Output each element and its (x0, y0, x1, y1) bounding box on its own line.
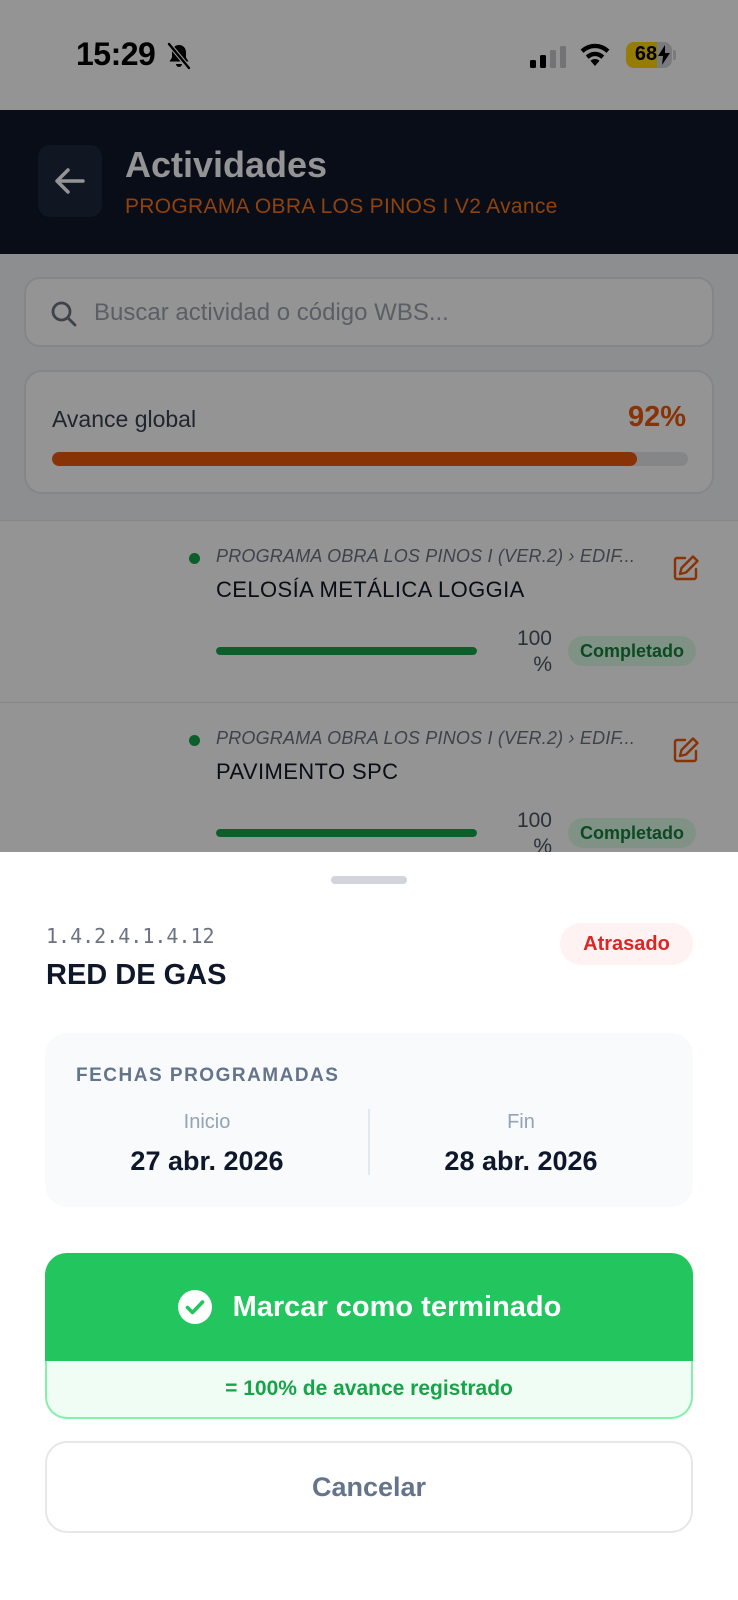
mark-finished-label: Marcar como terminado (232, 1290, 562, 1323)
start-date-value: 27 abr. 2026 (130, 1146, 284, 1176)
scheduled-dates-card: FECHAS PROGRAMADAS Inicio 27 abr. 2026 F… (45, 1033, 693, 1207)
end-date-label: Fin (507, 1111, 535, 1133)
cancel-button[interactable]: Cancelar (45, 1441, 693, 1533)
activity-title: RED DE GAS (46, 959, 227, 991)
mark-finished-button[interactable]: Marcar como terminado (45, 1253, 693, 1361)
start-date-label: Inicio (183, 1111, 231, 1133)
late-status-badge: Atrasado (560, 923, 693, 965)
start-date: Inicio 27 abr. 2026 (57, 1111, 357, 1177)
dates-heading: FECHAS PROGRAMADAS (76, 1065, 340, 1086)
finish-note: = 100% de avance registrado (45, 1361, 693, 1419)
end-date: Fin 28 abr. 2026 (371, 1111, 671, 1177)
dates-divider (368, 1109, 370, 1175)
activity-bottom-sheet: 1.4.2.4.1.4.12 RED DE GAS Atrasado FECHA… (0, 852, 738, 1600)
check-circle-icon (177, 1290, 212, 1324)
activities-screen: 15:29 68 Actividades PROGRAMA OBRA LOS P… (0, 0, 738, 852)
modal-backdrop[interactable] (0, 0, 738, 852)
finish-action: Marcar como terminado = 100% de avance r… (45, 1253, 693, 1419)
end-date-value: 28 abr. 2026 (444, 1146, 598, 1176)
sheet-grabber[interactable] (331, 876, 407, 884)
wbs-code: 1.4.2.4.1.4.12 (46, 924, 215, 948)
